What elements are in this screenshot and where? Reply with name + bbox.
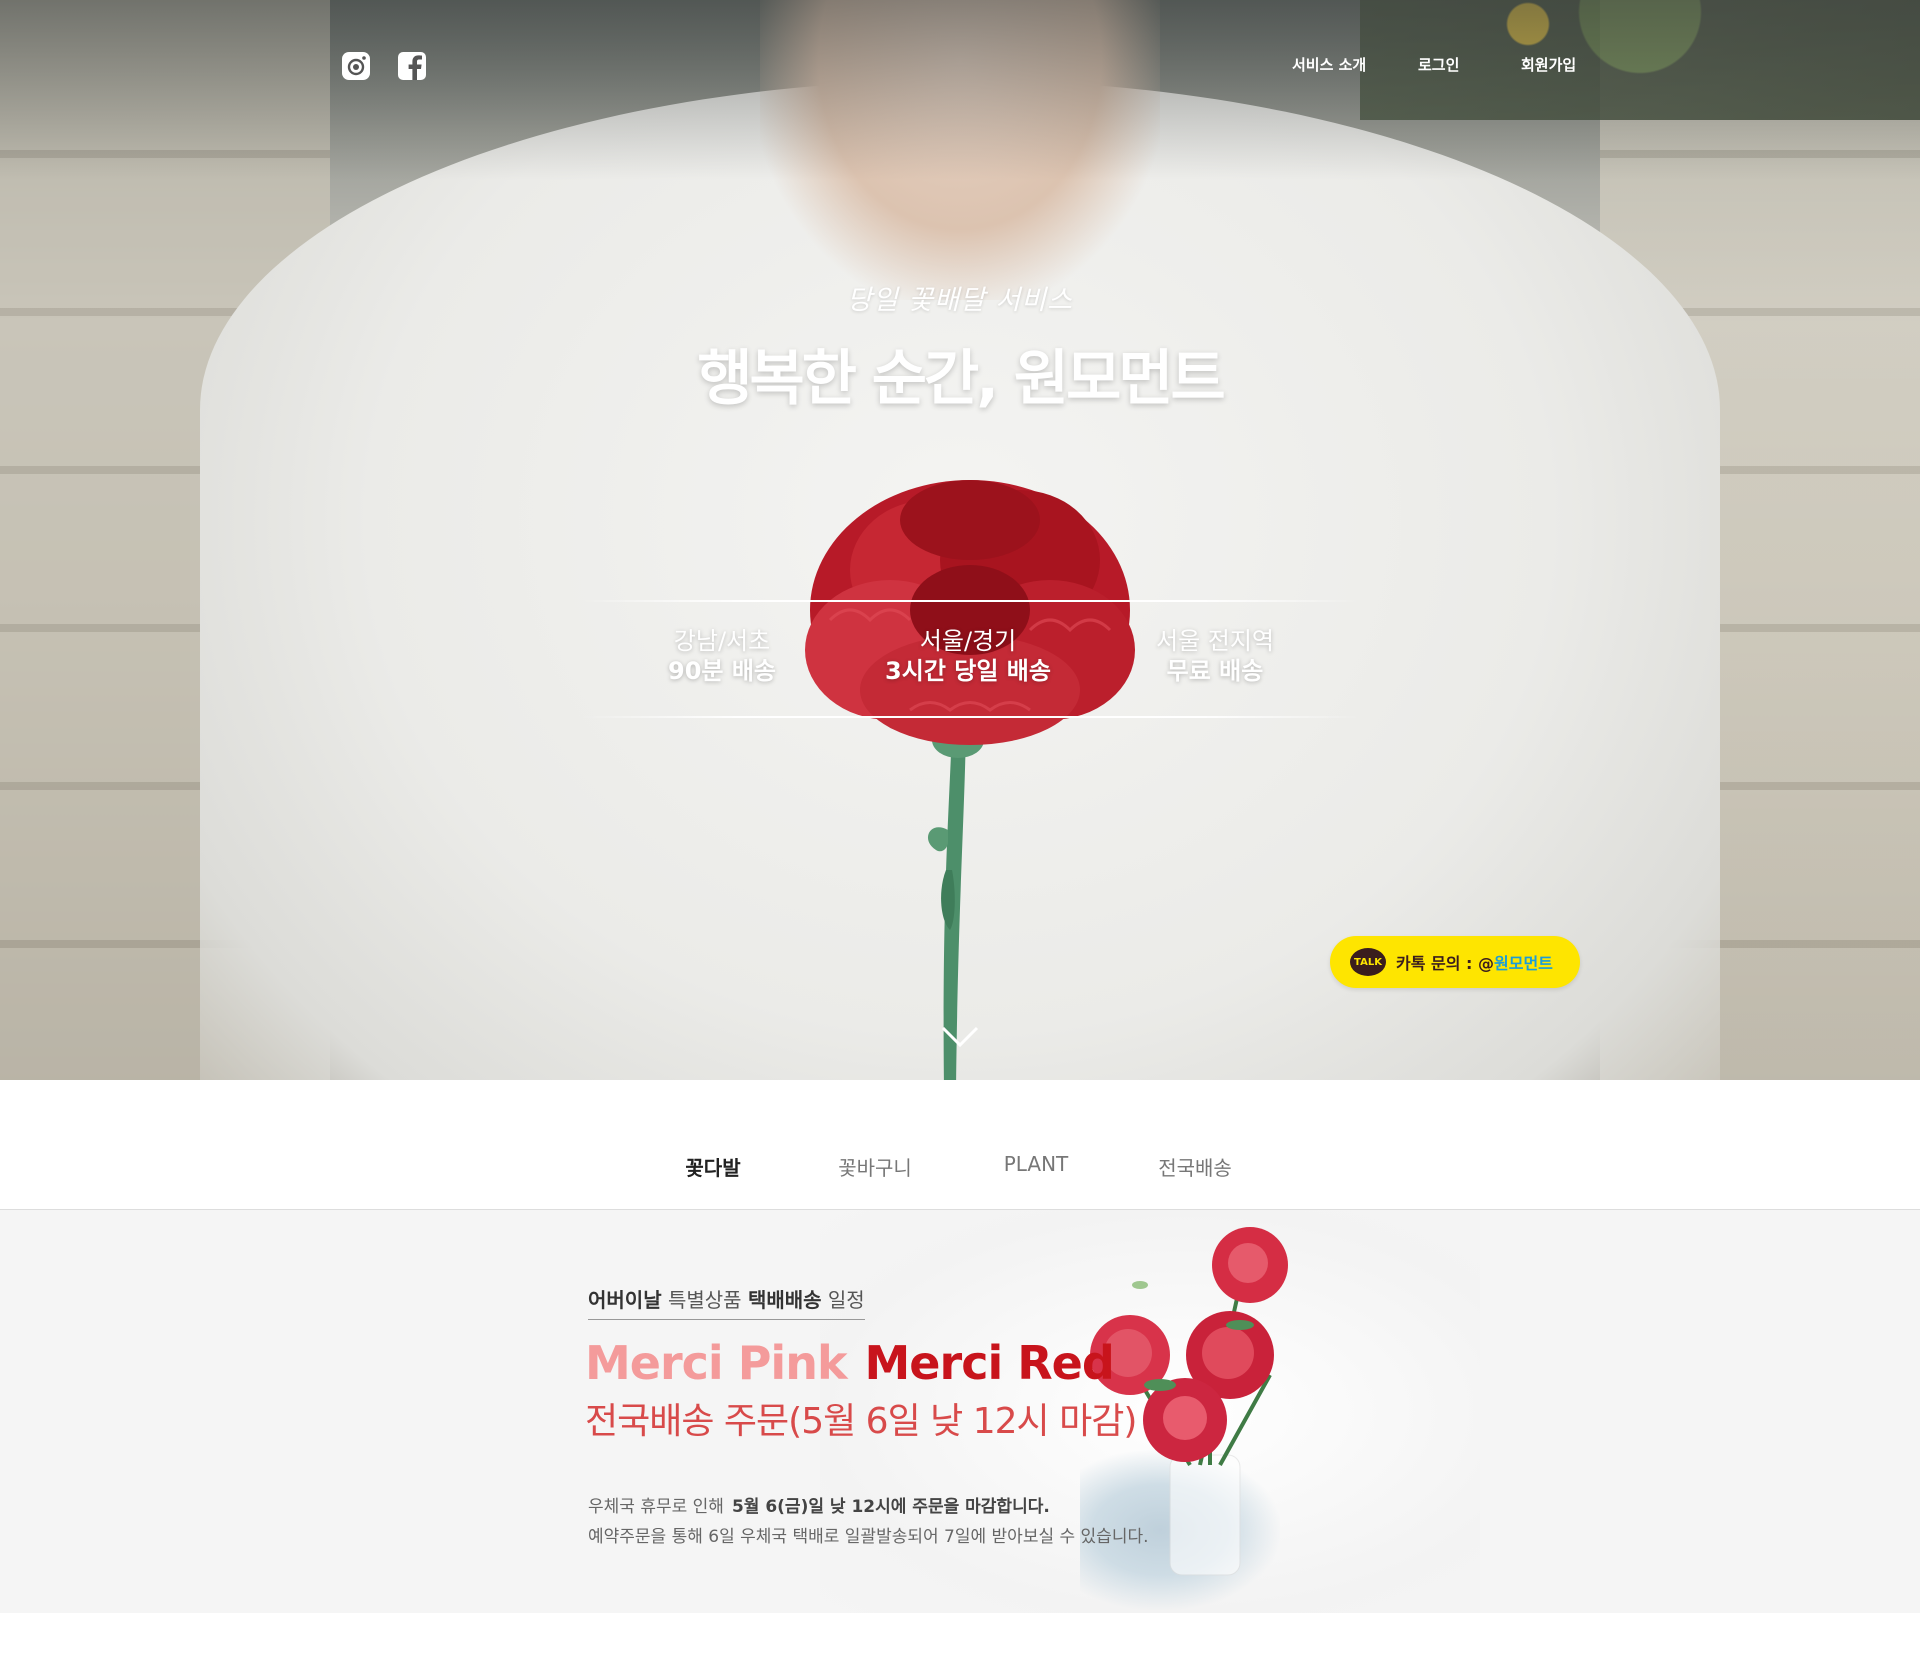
- promo-heading-schedule: 일정: [827, 1288, 865, 1312]
- carnation-image: [805, 480, 1135, 1080]
- feature-seoul-gyeonggi: 서울/경기 3시간 당일 배송: [848, 626, 1088, 686]
- feature-gangnam-delivery: 90분 배송: [668, 657, 776, 685]
- feature-divider-bottom: [580, 716, 1360, 718]
- promo-note-deadline-reason: 우체국 휴무로 인해: [588, 1497, 724, 1517]
- promo-product-names: Merci Pink Merci Red: [585, 1336, 1115, 1390]
- facebook-icon[interactable]: [396, 50, 428, 82]
- hero-headline: 행복한 순간, 원모먼트: [697, 344, 1225, 414]
- feature-seoul-all: 서울 전지역 무료 배송: [1095, 626, 1335, 686]
- hero-tagline: 당일 꽃배달 서비스: [847, 285, 1073, 316]
- kakao-inquiry-label: 카톡 문의 : @원모먼트: [1396, 950, 1553, 974]
- feature-seoul-all-region: 서울 전지역: [1155, 627, 1275, 655]
- promo-banner[interactable]: 어버이날 특별상품 택배배송 일정 Merci Pink Merci Red 전국…: [0, 1210, 1920, 1613]
- feature-gangnam: 강남/서초 90분 배송: [602, 626, 842, 686]
- nav-signup[interactable]: 회원가입: [1521, 54, 1576, 75]
- promo-note-deadline: 우체국 휴무로 인해 5월 6(금)일 낮 12시에 주문을 마감합니다.: [588, 1492, 1050, 1517]
- feature-divider-top: [580, 600, 1360, 602]
- promo-note-shipping: 예약주문을 통해 6일 우체국 택배로 일괄발송되어 7일에 받아보실 수 있습…: [588, 1527, 1149, 1547]
- promo-heading-parcel: 택배배송: [747, 1288, 822, 1312]
- instagram-icon[interactable]: [340, 50, 372, 82]
- feature-seoul-gyeonggi-delivery: 3시간 당일 배송: [885, 657, 1051, 685]
- product-merci-red[interactable]: Merci Red: [865, 1336, 1115, 1390]
- feature-seoul-gyeonggi-region: 서울/경기: [919, 627, 1017, 655]
- hero-section: 서비스 소개 로그인 회원가입 당일 꽃배달 서비스 행복한 순간, 원모먼트 …: [0, 0, 1920, 1080]
- hero-top-shade: [0, 0, 1920, 180]
- promo-subhead: 전국배송 주문(5월 6일 낮 12시 마감): [585, 1401, 1137, 1442]
- promo-heading: 어버이날 특별상품 택배배송 일정: [588, 1284, 865, 1320]
- feature-gangnam-region: 강남/서초: [673, 627, 771, 655]
- category-tabs: 꽃다발 꽃바구니 PLANT 전국배송: [0, 1080, 1920, 1210]
- chevron-down-icon[interactable]: [940, 1025, 980, 1049]
- tab-bouquet[interactable]: 꽃다발: [685, 1152, 740, 1181]
- promo-heading-special: 특별상품: [667, 1288, 742, 1312]
- feature-seoul-all-delivery: 무료 배송: [1166, 657, 1264, 685]
- kakao-talk-icon: TALK: [1350, 948, 1386, 976]
- nav-login[interactable]: 로그인: [1418, 54, 1459, 75]
- social-links: [340, 50, 428, 82]
- kakao-label-text: 카톡 문의 : @: [1396, 954, 1494, 973]
- tab-plant[interactable]: PLANT: [1004, 1152, 1069, 1176]
- kakao-handle: 원모먼트: [1494, 954, 1553, 973]
- tab-nationwide-delivery[interactable]: 전국배송: [1158, 1152, 1232, 1181]
- tab-flower-basket[interactable]: 꽃바구니: [838, 1152, 912, 1181]
- promo-note-deadline-date: 5월 6(금)일 낮 12시에 주문을 마감합니다.: [731, 1497, 1050, 1517]
- nav-service-intro[interactable]: 서비스 소개: [1292, 54, 1366, 75]
- product-merci-pink[interactable]: Merci Pink: [585, 1336, 848, 1390]
- promo-heading-parents-day: 어버이날: [588, 1288, 662, 1312]
- kakao-inquiry-button[interactable]: TALK 카톡 문의 : @원모먼트: [1330, 936, 1580, 988]
